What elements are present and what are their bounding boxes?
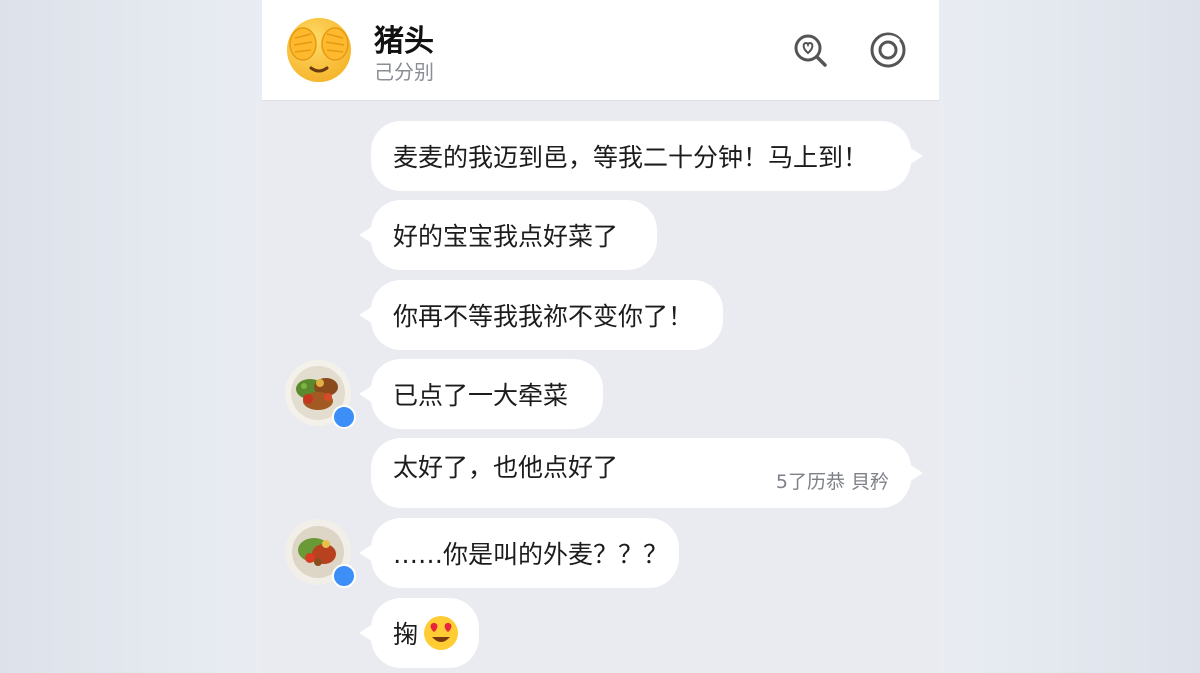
message-bubble[interactable]: 麦麦的我迈到邑，等我二十分钟！马上到！: [371, 121, 923, 191]
chat-window: 猪头 己分别 麦麦的我迈到邑，等我二十分钟！马上到！ 好的宝宝我点好菜了 你再不…: [262, 0, 939, 673]
face-covering-eyes-emoji-avatar[interactable]: [284, 14, 354, 84]
chat-subtitle: 己分别: [374, 60, 434, 84]
search-heart-icon[interactable]: [790, 30, 830, 70]
verified-badge-icon: [332, 564, 356, 588]
chat-header: 猪头 己分别: [262, 0, 939, 100]
message-bubble[interactable]: 好的宝宝我点好菜了: [359, 200, 657, 270]
food-plate-avatar[interactable]: [284, 518, 356, 588]
message-bubble[interactable]: 你再不等我我祢不变你了！: [359, 280, 723, 350]
message-text: ……你是叫的外麦？？？: [393, 540, 669, 569]
message-text: 麦麦的我迈到邑，等我二十分钟！马上到！: [393, 143, 869, 172]
verified-badge-icon: [332, 405, 356, 429]
message-bubble[interactable]: 太好了，也他点好了 5了历恭 貝矜: [371, 438, 923, 508]
circle-menu-icon[interactable]: [868, 30, 908, 70]
heart-eyes-emoji-icon: [422, 614, 460, 652]
message-text: 好的宝宝我点好菜了: [393, 222, 619, 251]
message-text: 已点了一大牵菜: [393, 381, 569, 410]
message-timestamp: 5了历恭 貝矜: [775, 471, 889, 493]
message-bubble[interactable]: ……你是叫的外麦？？？: [359, 518, 679, 588]
message-bubble[interactable]: 已点了一大牵菜: [359, 359, 603, 429]
message-text: 太好了，也他点好了: [393, 453, 619, 482]
message-text: 你再不等我我祢不变你了！: [393, 302, 694, 331]
chat-title: 猪头: [374, 24, 434, 59]
message-text: 掬: [393, 620, 419, 649]
food-plate-avatar[interactable]: [284, 359, 356, 429]
message-bubble[interactable]: 掬: [359, 598, 479, 668]
